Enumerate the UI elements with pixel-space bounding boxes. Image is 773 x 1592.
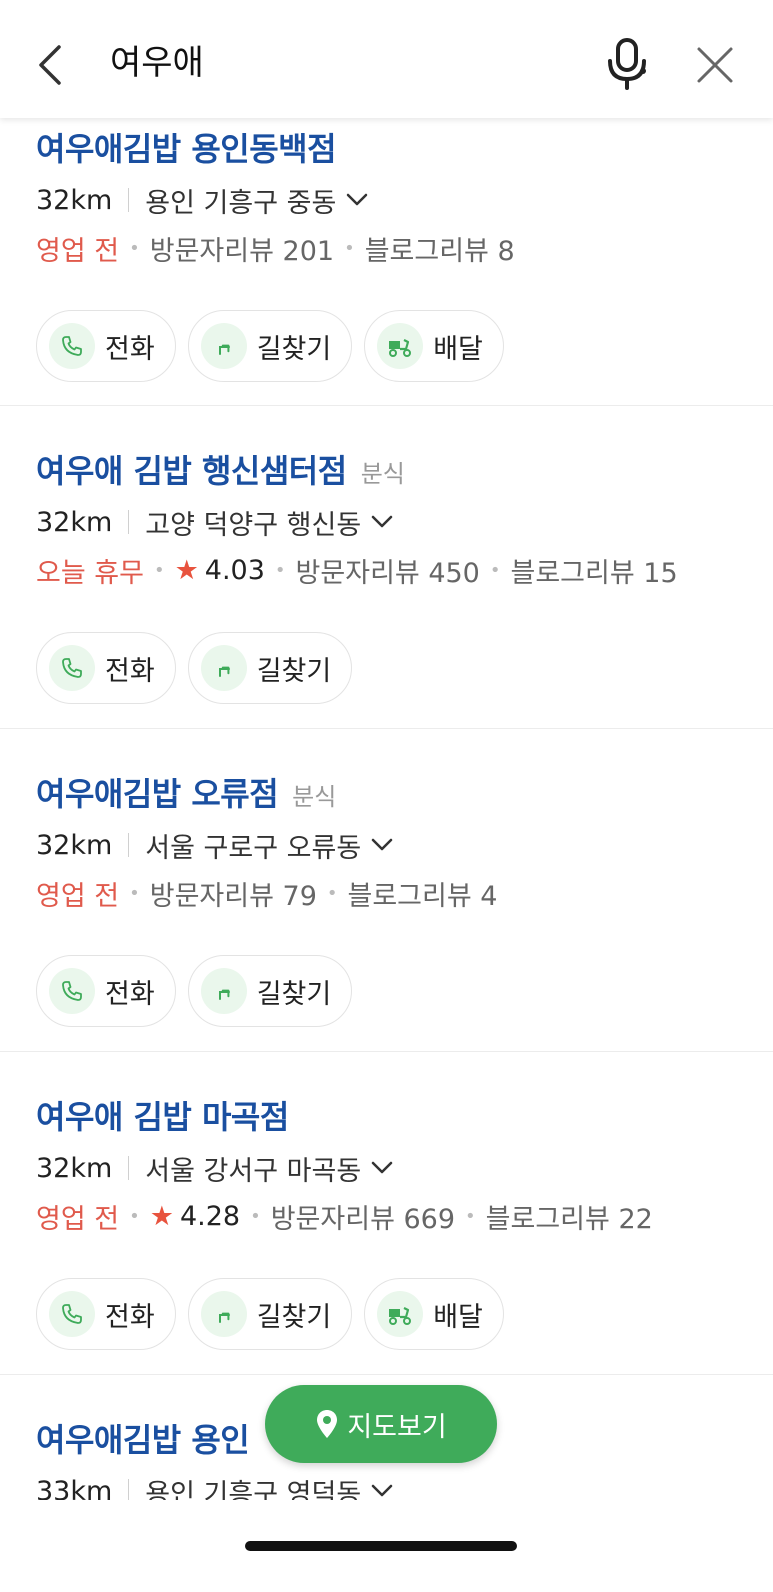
search-result-list: 여우애김밥 용인동백점 32km 용인 기흥구 중동 영업 전 • 방문자리뷰 … <box>0 118 773 1575</box>
star-icon: ★ <box>174 554 199 586</box>
separator-dot: • <box>153 559 165 581</box>
business-status: 영업 전 <box>36 235 120 267</box>
call-label: 전화 <box>105 655 155 687</box>
directions-label: 길찾기 <box>256 333 332 365</box>
search-input[interactable]: 여우애 <box>110 38 204 88</box>
business-status: 오늘 휴무 <box>36 557 144 589</box>
place-title[interactable]: 여우애김밥 용인동백점 <box>36 124 337 170</box>
search-header: 여우애 <box>0 0 773 118</box>
directions-arrow-icon <box>200 968 247 1014</box>
call-label: 전화 <box>105 333 155 365</box>
rating: 4.28 <box>179 1200 241 1232</box>
home-indicator[interactable] <box>245 1541 517 1551</box>
place-title[interactable]: 여우애 김밥 마곡점 <box>36 1092 289 1138</box>
rating: 4.03 <box>204 554 265 586</box>
directions-label: 길찾기 <box>256 1301 332 1333</box>
phone-icon <box>49 968 95 1014</box>
divider <box>128 833 130 857</box>
directions-button[interactable]: 길찾기 <box>187 955 353 1027</box>
list-item[interactable]: 여우애김밥 오류점 분식 32km 서울 구로구 오류동 영업 전 • 방문자리… <box>0 729 773 1052</box>
visitor-reviews[interactable]: 방문자리뷰 450 <box>296 551 480 590</box>
address[interactable]: 용인 기흥구 중동 <box>145 181 336 220</box>
back-button[interactable] <box>30 40 70 90</box>
divider <box>128 188 130 212</box>
distance: 32km <box>36 829 113 861</box>
microphone-icon <box>608 38 646 90</box>
page: 여우애 여우애김밥 용인동백점 32km 용인 기흥구 중동 영업 전 • 방문… <box>0 0 773 1592</box>
separator-dot: • <box>250 1205 261 1227</box>
call-button[interactable]: 전화 <box>36 1278 176 1350</box>
call-button[interactable]: 전화 <box>36 310 176 382</box>
separator-dot: • <box>465 1205 476 1227</box>
chevron-down-icon[interactable] <box>371 515 393 529</box>
divider <box>128 1156 130 1180</box>
voice-search-button[interactable] <box>604 36 650 92</box>
view-map-label: 지도보기 <box>347 1411 447 1443</box>
call-button[interactable]: 전화 <box>36 632 176 704</box>
separator-dot: • <box>344 237 355 259</box>
chevron-left-icon <box>39 45 61 85</box>
directions-button[interactable]: 길찾기 <box>187 632 353 704</box>
directions-button[interactable]: 길찾기 <box>187 1278 353 1350</box>
place-category: 분식 <box>360 460 405 488</box>
phone-icon <box>49 645 95 691</box>
blog-reviews[interactable]: 블로그리뷰 4 <box>348 874 498 913</box>
separator-dot: • <box>129 882 140 904</box>
directions-button[interactable]: 길찾기 <box>187 310 353 382</box>
directions-arrow-icon <box>200 1291 247 1337</box>
business-status: 영업 전 <box>36 1203 120 1235</box>
call-label: 전화 <box>105 1301 155 1333</box>
visitor-reviews[interactable]: 방문자리뷰 79 <box>150 874 317 913</box>
call-label: 전화 <box>105 978 155 1010</box>
separator-dot: • <box>129 237 140 259</box>
map-pin-icon <box>317 1410 338 1438</box>
phone-icon <box>49 1291 95 1337</box>
view-map-button[interactable]: 지도보기 <box>265 1385 497 1463</box>
list-item[interactable]: 여우애 김밥 마곡점 32km 서울 강서구 마곡동 영업 전 • ★ 4.28… <box>0 1052 773 1375</box>
place-title[interactable]: 여우애 김밥 행신샘터점 <box>36 446 347 492</box>
place-title[interactable]: 여우애김밥 오류점 <box>36 769 279 815</box>
distance: 32km <box>36 184 113 216</box>
chevron-down-icon[interactable] <box>371 838 393 852</box>
directions-arrow-icon <box>200 645 247 691</box>
directions-label: 길찾기 <box>256 978 332 1010</box>
clear-search-button[interactable] <box>690 40 740 90</box>
list-item[interactable]: 여우애 김밥 행신샘터점 분식 32km 고양 덕양구 행신동 오늘 휴무 • … <box>0 406 773 729</box>
separator-dot: • <box>489 559 501 581</box>
separator-dot: • <box>326 882 338 904</box>
star-icon: ★ <box>149 1200 174 1232</box>
address[interactable]: 고양 덕양구 행신동 <box>145 503 361 542</box>
place-category: 분식 <box>292 783 337 811</box>
visitor-reviews[interactable]: 방문자리뷰 201 <box>150 229 334 268</box>
chevron-down-icon[interactable] <box>346 193 368 207</box>
distance: 32km <box>36 1152 113 1184</box>
separator-dot: • <box>274 559 286 581</box>
directions-label: 길찾기 <box>256 655 332 687</box>
blog-reviews[interactable]: 블로그리뷰 8 <box>365 229 515 268</box>
close-icon <box>697 47 733 83</box>
place-title[interactable]: 여우애김밥 용인 <box>36 1415 250 1461</box>
business-status: 영업 전 <box>36 880 120 912</box>
distance: 32km <box>36 506 113 538</box>
delivery-label: 배달 <box>433 1301 483 1333</box>
list-item[interactable]: 여우애김밥 용인동백점 32km 용인 기흥구 중동 영업 전 • 방문자리뷰 … <box>0 118 773 406</box>
chevron-down-icon[interactable] <box>371 1484 393 1498</box>
blog-reviews[interactable]: 블로그리뷰 15 <box>511 551 678 590</box>
separator-dot: • <box>129 1205 140 1227</box>
visitor-reviews[interactable]: 방문자리뷰 669 <box>271 1197 455 1236</box>
delivery-label: 배달 <box>433 333 483 365</box>
delivery-button[interactable]: 배달 <box>364 310 504 382</box>
phone-icon <box>49 323 95 369</box>
blog-reviews[interactable]: 블로그리뷰 22 <box>486 1197 653 1236</box>
chevron-down-icon[interactable] <box>371 1161 393 1175</box>
call-button[interactable]: 전화 <box>36 955 176 1027</box>
delivery-button[interactable]: 배달 <box>364 1278 504 1350</box>
divider <box>128 510 130 534</box>
address[interactable]: 서울 구로구 오류동 <box>145 826 361 865</box>
delivery-scooter-icon <box>377 1291 424 1337</box>
directions-arrow-icon <box>200 323 247 369</box>
address[interactable]: 서울 강서구 마곡동 <box>145 1149 361 1188</box>
delivery-scooter-icon <box>377 323 424 369</box>
